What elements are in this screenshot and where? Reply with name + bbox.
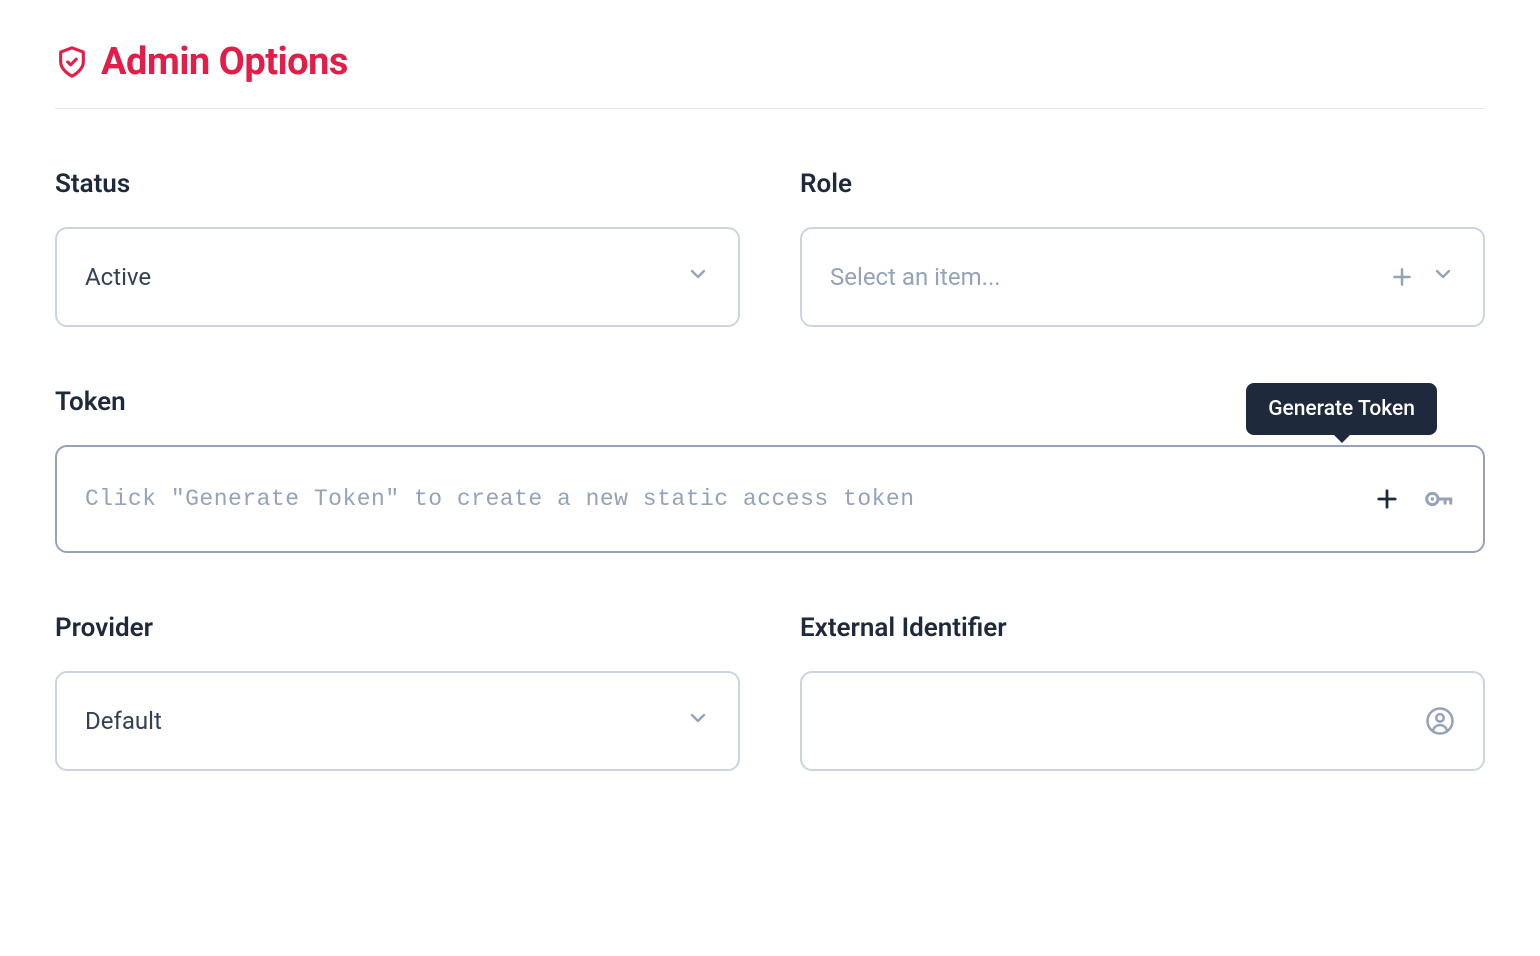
- provider-field: Provider Default: [55, 613, 740, 771]
- token-placeholder: Click "Generate Token" to create a new s…: [85, 486, 1373, 512]
- provider-select[interactable]: Default: [55, 671, 740, 771]
- chevron-down-icon: [686, 262, 710, 292]
- shield-check-icon: [55, 45, 89, 79]
- external-identifier-input[interactable]: [800, 671, 1485, 771]
- external-identifier-field: External Identifier: [800, 613, 1485, 771]
- token-field: Token Generate Token Click "Generate Tok…: [55, 387, 1485, 553]
- external-identifier-label: External Identifier: [800, 613, 1485, 643]
- role-select[interactable]: Select an item...: [800, 227, 1485, 327]
- plus-icon[interactable]: [1389, 264, 1415, 290]
- status-value: Active: [85, 263, 686, 291]
- token-input[interactable]: Click "Generate Token" to create a new s…: [55, 445, 1485, 553]
- status-label: Status: [55, 169, 740, 199]
- role-placeholder: Select an item...: [830, 263, 1389, 291]
- chevron-down-icon: [1431, 262, 1455, 292]
- section-title: Admin Options: [101, 40, 348, 84]
- provider-value: Default: [85, 707, 686, 735]
- chevron-down-icon: [686, 706, 710, 736]
- key-icon[interactable]: [1421, 482, 1455, 516]
- role-label: Role: [800, 169, 1485, 199]
- provider-label: Provider: [55, 613, 740, 643]
- plus-icon[interactable]: [1373, 485, 1401, 513]
- admin-options-header: Admin Options: [55, 40, 1485, 109]
- person-icon[interactable]: [1425, 706, 1455, 736]
- status-select[interactable]: Active: [55, 227, 740, 327]
- status-field: Status Active: [55, 169, 740, 327]
- role-field: Role Select an item...: [800, 169, 1485, 327]
- generate-token-tooltip: Generate Token: [1246, 383, 1437, 435]
